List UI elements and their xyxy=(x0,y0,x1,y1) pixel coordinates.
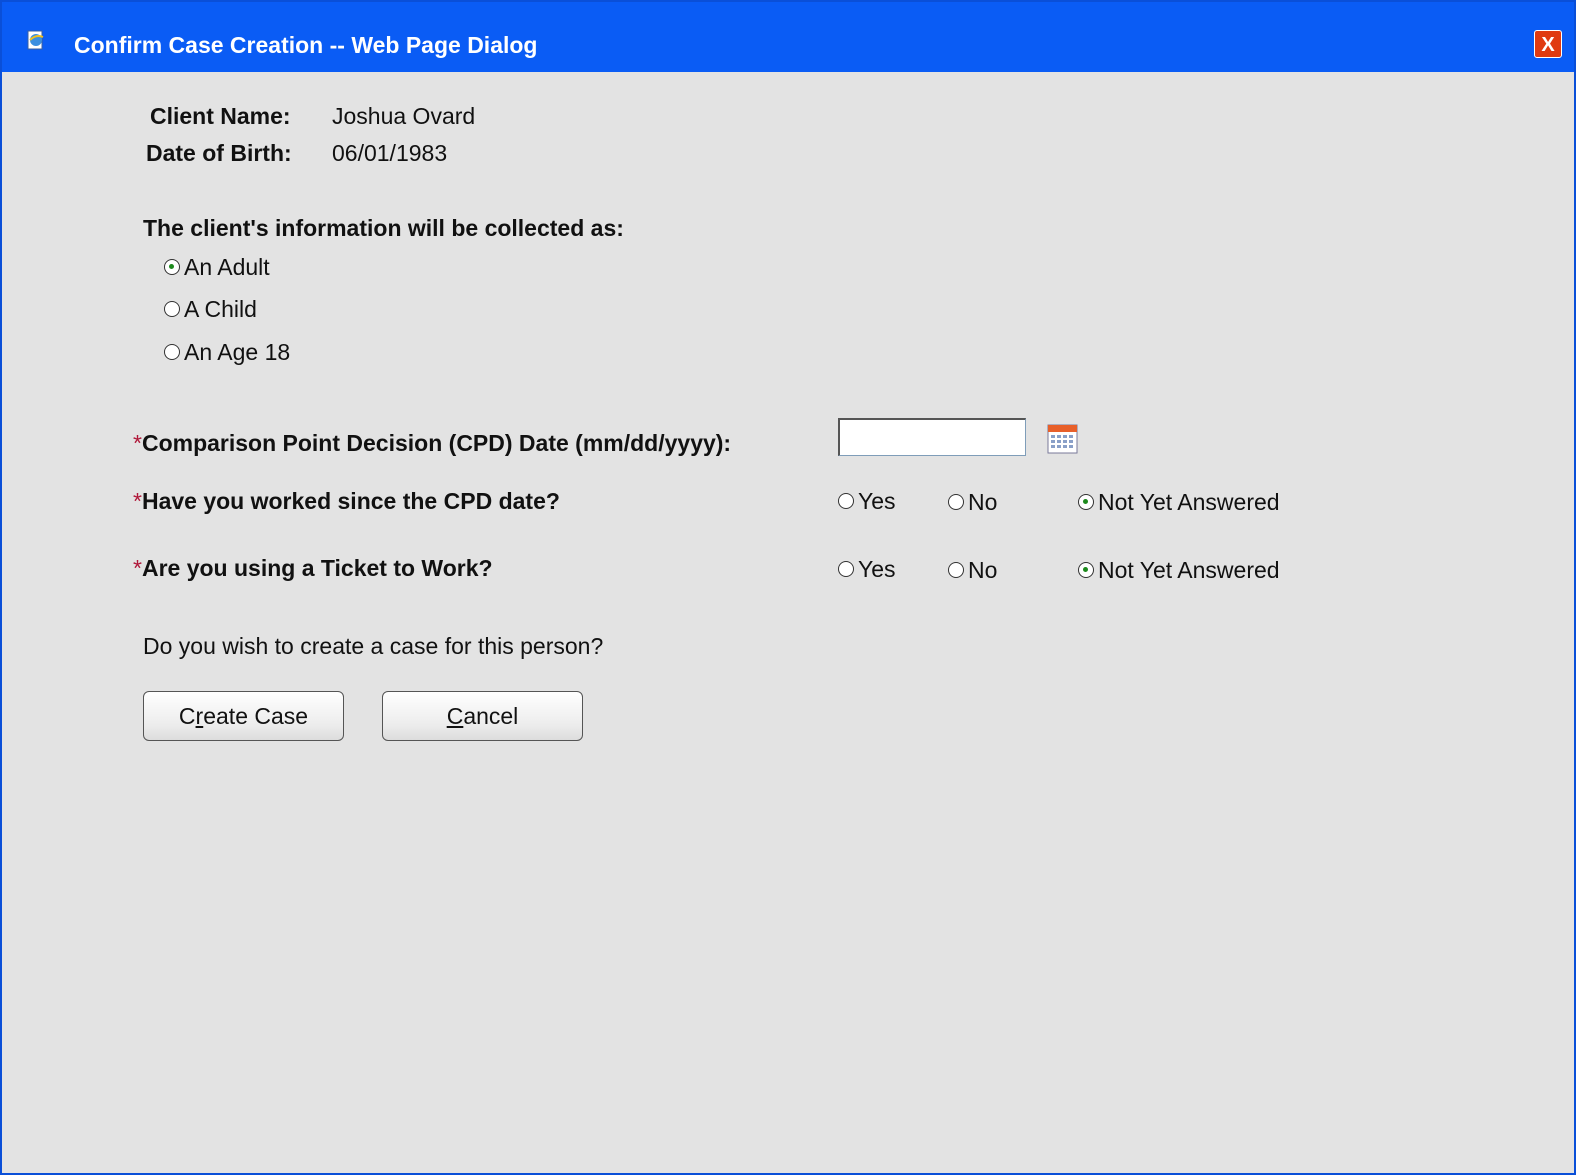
radio-button[interactable] xyxy=(948,494,964,510)
radio-label: Not Yet Answered xyxy=(1098,556,1280,583)
title-bar[interactable]: Confirm Case Creation -- Web Page Dialog… xyxy=(2,2,1574,72)
radio-child[interactable]: A Child xyxy=(164,294,257,324)
worked-no[interactable]: No xyxy=(948,487,997,517)
radio-label: An Age 18 xyxy=(184,338,291,365)
ticket-no[interactable]: No xyxy=(948,555,997,585)
radio-age-18[interactable]: An Age 18 xyxy=(164,337,290,367)
collection-heading: The client's information will be collect… xyxy=(143,215,624,241)
worked-label: *Have you worked since the CPD date? xyxy=(133,486,560,516)
radio-button[interactable] xyxy=(1078,562,1094,578)
dob-label: Date of Birth: xyxy=(146,140,292,166)
create-case-label-end: eate Case xyxy=(203,703,309,729)
radio-label: An Adult xyxy=(184,253,270,280)
cancel-access-key: C xyxy=(446,703,464,729)
worked-label-text: Have you worked since the CPD date? xyxy=(141,488,560,514)
ticket-not-yet-answered[interactable]: Not Yet Answered xyxy=(1078,555,1280,585)
cpd-label-text: Comparison Point Decision (CPD) Date (mm… xyxy=(141,430,732,456)
ie-page-icon xyxy=(27,30,44,50)
ticket-label-text: Are you using a Ticket to Work? xyxy=(141,555,493,581)
client-name-value: Joshua Ovard xyxy=(332,103,476,129)
radio-label: Yes xyxy=(858,555,896,582)
ticket-yes[interactable]: Yes xyxy=(838,554,896,584)
radio-label: Yes xyxy=(858,487,896,514)
radio-label: No xyxy=(968,488,998,515)
dialog-content: Client Name: Joshua Ovard Date of Birth:… xyxy=(2,72,1574,1173)
required-marker: * xyxy=(133,488,142,514)
cpd-label: *Comparison Point Decision (CPD) Date (m… xyxy=(133,428,731,458)
close-button[interactable]: X xyxy=(1534,30,1562,58)
radio-label: Not Yet Answered xyxy=(1098,488,1280,515)
required-marker: * xyxy=(133,555,142,581)
create-case-button[interactable]: Create Case xyxy=(143,691,344,741)
radio-button[interactable] xyxy=(164,301,180,317)
client-name-label: Client Name: xyxy=(150,103,291,129)
radio-button[interactable] xyxy=(164,344,180,360)
worked-yes[interactable]: Yes xyxy=(838,486,896,516)
required-marker: * xyxy=(133,430,142,456)
radio-adult[interactable]: An Adult xyxy=(164,252,270,282)
ticket-label: *Are you using a Ticket to Work? xyxy=(133,553,493,583)
dialog-window: Confirm Case Creation -- Web Page Dialog… xyxy=(0,0,1576,1175)
radio-button[interactable] xyxy=(164,259,180,275)
radio-button[interactable] xyxy=(1078,494,1094,510)
radio-button[interactable] xyxy=(948,562,964,578)
window-title: Confirm Case Creation -- Web Page Dialog xyxy=(74,32,538,58)
create-case-label-start: C xyxy=(178,703,196,729)
cancel-button[interactable]: Cancel xyxy=(382,691,583,741)
dob-value: 06/01/1983 xyxy=(332,140,448,166)
radio-label: No xyxy=(968,556,998,583)
radio-button[interactable] xyxy=(838,561,854,577)
worked-not-yet-answered[interactable]: Not Yet Answered xyxy=(1078,487,1280,517)
create-case-prompt: Do you wish to create a case for this pe… xyxy=(143,633,604,659)
radio-button[interactable] xyxy=(838,493,854,509)
cpd-date-input[interactable] xyxy=(838,418,1026,456)
calendar-icon[interactable] xyxy=(1047,424,1078,454)
cancel-label-end: ancel xyxy=(463,703,519,729)
radio-label: A Child xyxy=(184,295,257,322)
